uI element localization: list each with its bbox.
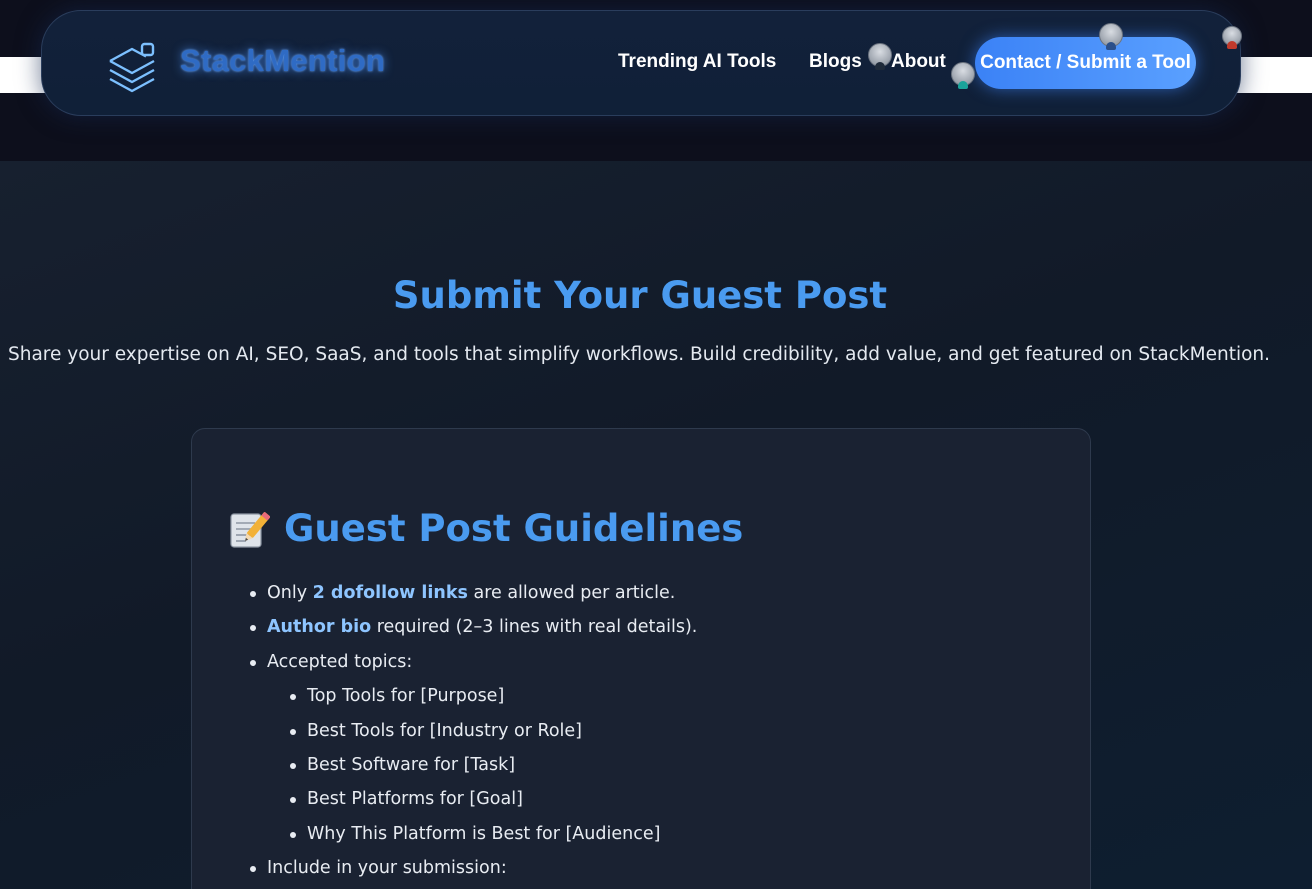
page-title: Submit Your Guest Post — [392, 274, 888, 317]
page-subtitle: Share your expertise on AI, SEO, SaaS, a… — [8, 344, 1271, 365]
brand-logo[interactable]: StackMention — [180, 43, 385, 79]
topic-item: Best Software for [Task] — [267, 753, 1047, 787]
navbar: StackMention Trending AI Tools Blogs Abo… — [41, 10, 1242, 116]
avatar — [1099, 23, 1123, 50]
nav-trending-ai-tools[interactable]: Trending AI Tools — [618, 51, 776, 73]
avatar — [1222, 26, 1242, 49]
list-item: Include in your submission: — [250, 856, 1047, 889]
guidelines-list: Only 2 dofollow links are allowed per ar… — [250, 581, 1047, 889]
author-bio-highlight: Author bio — [267, 617, 372, 638]
stack-layers-icon[interactable] — [106, 41, 158, 95]
nav-about[interactable]: About — [891, 51, 946, 73]
guidelines-heading: Guest Post Guidelines — [228, 507, 743, 550]
topic-item: Top Tools for [Purpose] — [267, 684, 1047, 718]
list-item: Only 2 dofollow links are allowed per ar… — [250, 581, 1047, 615]
list-item: Accepted topics: — [250, 650, 1047, 684]
contact-submit-button[interactable]: Contact / Submit a Tool — [975, 37, 1196, 89]
topic-item: Best Tools for [Industry or Role] — [267, 719, 1047, 753]
topic-item: Best Platforms for [Goal] — [267, 787, 1047, 821]
guidelines-card: Guest Post Guidelines Only 2 dofollow li… — [191, 428, 1091, 889]
avatar — [868, 43, 892, 70]
memo-icon — [228, 508, 271, 550]
avatar — [951, 62, 975, 89]
nav-blogs[interactable]: Blogs — [809, 51, 862, 73]
dofollow-links-highlight: 2 dofollow links — [312, 583, 468, 603]
topic-item: Why This Platform is Best for [Audience] — [267, 822, 1047, 856]
list-item: Author bio required (2–3 lines with real… — [250, 615, 1047, 649]
guidelines-title: Guest Post Guidelines — [284, 507, 744, 550]
